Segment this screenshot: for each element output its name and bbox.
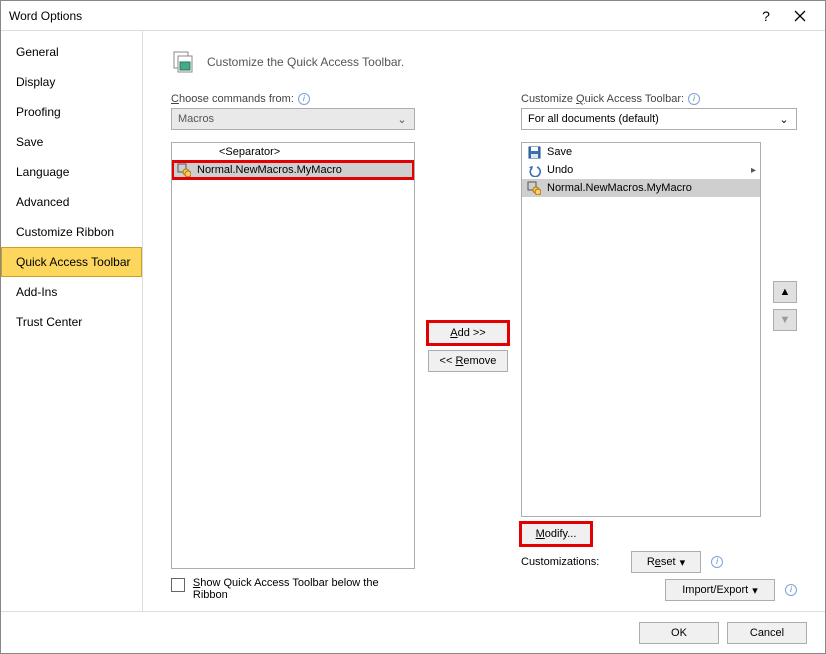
info-icon[interactable]: i: [711, 556, 723, 568]
info-icon[interactable]: i: [298, 93, 310, 105]
list-item-macro[interactable]: Normal.NewMacros.MyMacro: [172, 161, 414, 179]
reset-dropdown[interactable]: Reset ▾: [631, 551, 701, 573]
cancel-button[interactable]: Cancel: [727, 622, 807, 644]
macro-icon: [176, 163, 192, 177]
sidebar-item-add-ins[interactable]: Add-Ins: [1, 277, 142, 307]
save-icon: [526, 146, 542, 159]
show-below-ribbon-row: Show Quick Access Toolbar below the Ribb…: [171, 577, 415, 601]
sidebar-item-customize-ribbon[interactable]: Customize Ribbon: [1, 217, 142, 247]
close-button[interactable]: [783, 2, 817, 30]
qat-heading-icon: [171, 49, 197, 75]
info-icon[interactable]: i: [688, 93, 700, 105]
chevron-down-icon: ▾: [680, 556, 686, 569]
commands-column: Choose commands from: i Macros ⌄ <Separa…: [171, 93, 415, 601]
move-down-button[interactable]: ▼: [773, 309, 797, 331]
info-icon[interactable]: i: [785, 584, 797, 596]
window-title: Word Options: [9, 9, 749, 23]
sidebar-item-language[interactable]: Language: [1, 157, 142, 187]
category-sidebar: General Display Proofing Save Language A…: [1, 31, 143, 611]
customizations-label: Customizations:: [521, 556, 621, 568]
sidebar-item-advanced[interactable]: Advanced: [1, 187, 142, 217]
word-options-dialog: Word Options ? General Display Proofing …: [0, 0, 826, 654]
qat-listbox[interactable]: Save Undo ▸: [521, 142, 761, 517]
qat-item-save[interactable]: Save: [522, 143, 760, 161]
transfer-buttons: Add >> << Remove: [425, 93, 511, 601]
sidebar-item-save[interactable]: Save: [1, 127, 142, 157]
close-icon: [794, 10, 806, 22]
modify-button[interactable]: Modify...: [521, 523, 591, 545]
qat-item-macro[interactable]: Normal.NewMacros.MyMacro: [522, 179, 760, 197]
main-panel: Customize the Quick Access Toolbar. Choo…: [143, 31, 825, 611]
remove-button[interactable]: << Remove: [428, 350, 508, 372]
ok-button[interactable]: OK: [639, 622, 719, 644]
choose-commands-label: Choose commands from: i: [171, 93, 415, 105]
choose-commands-combo[interactable]: Macros ⌄: [171, 108, 415, 130]
sidebar-item-trust-center[interactable]: Trust Center: [1, 307, 142, 337]
chevron-down-icon: ⌄: [394, 113, 410, 126]
move-up-button[interactable]: ▲: [773, 281, 797, 303]
panel-heading: Customize the Quick Access Toolbar.: [171, 49, 797, 75]
customize-qat-combo[interactable]: For all documents (default) ⌄: [521, 108, 797, 130]
show-below-ribbon-checkbox[interactable]: [171, 578, 185, 592]
commands-listbox[interactable]: <Separator> Normal.NewMacros.MyMacro: [171, 142, 415, 569]
dialog-content: General Display Proofing Save Language A…: [1, 31, 825, 611]
panel-heading-text: Customize the Quick Access Toolbar.: [207, 55, 404, 69]
qat-item-undo[interactable]: Undo ▸: [522, 161, 760, 179]
reorder-buttons: ▲ ▼: [773, 281, 797, 331]
sidebar-item-general[interactable]: General: [1, 37, 142, 67]
expand-arrow-icon: ▸: [751, 165, 756, 176]
sidebar-item-quick-access-toolbar[interactable]: Quick Access Toolbar: [1, 247, 142, 277]
macro-icon: [526, 181, 542, 195]
sidebar-item-display[interactable]: Display: [1, 67, 142, 97]
qat-column: Customize Quick Access Toolbar: i For al…: [521, 93, 797, 601]
dialog-footer: OK Cancel: [1, 611, 825, 653]
columns: Choose commands from: i Macros ⌄ <Separa…: [171, 93, 797, 601]
import-export-dropdown[interactable]: Import/Export ▾: [665, 579, 775, 601]
sidebar-item-proofing[interactable]: Proofing: [1, 97, 142, 127]
add-button[interactable]: Add >>: [428, 322, 508, 344]
chevron-down-icon: ⌄: [776, 113, 792, 126]
titlebar: Word Options ?: [1, 1, 825, 31]
help-button[interactable]: ?: [749, 2, 783, 30]
show-below-ribbon-label: Show Quick Access Toolbar below the Ribb…: [193, 577, 415, 601]
chevron-down-icon: ▾: [752, 584, 758, 597]
undo-icon: [526, 164, 542, 177]
customizations-row: Customizations: Reset ▾ i: [521, 551, 797, 573]
customize-qat-label: Customize Quick Access Toolbar: i: [521, 93, 797, 105]
list-item-separator[interactable]: <Separator>: [172, 143, 414, 161]
